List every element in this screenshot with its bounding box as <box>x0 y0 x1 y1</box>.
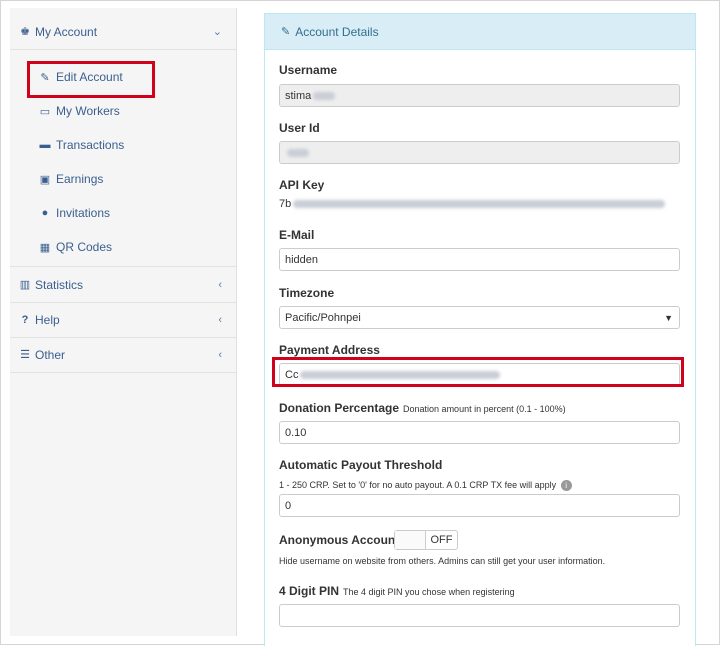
payout-field[interactable]: 0 <box>279 494 680 517</box>
username-label: Username <box>279 63 338 77</box>
chevron-down-icon: ⌄ <box>212 26 222 38</box>
panel-title: Account Details <box>295 24 379 39</box>
sidebar-item-label: Transactions <box>56 138 125 152</box>
userid-field <box>279 141 680 164</box>
question-icon: ? <box>21 313 29 326</box>
userid-label: User Id <box>279 121 320 135</box>
sidebar-item-label: Earnings <box>56 172 104 186</box>
chevron-left-icon: ‹ <box>218 313 222 326</box>
redacted-text <box>293 200 666 208</box>
username-value: stima <box>285 89 312 102</box>
payment-address-highlight <box>272 357 684 387</box>
donation-label-text: Donation Percentage <box>279 401 400 415</box>
nav-my-account[interactable]: ♚ My Account ⌄ <box>10 14 236 50</box>
timezone-value: Pacific/Pohnpei <box>285 311 361 324</box>
account-details-panel: ✎ Account Details <box>264 13 696 646</box>
nav-help[interactable]: ? Help ‹ <box>10 302 236 338</box>
bar-chart-icon: ▥ <box>19 279 31 291</box>
anonymous-label: Anonymous Account <box>279 533 400 547</box>
list-icon: ☰ <box>20 349 30 361</box>
users-icon: ● <box>41 207 49 219</box>
pin-field[interactable] <box>279 604 680 627</box>
sidebar-item-transactions[interactable]: ▬ Transactions <box>10 133 236 157</box>
sidebar: ♚ My Account ⌄ ✎ Edit Account ▭ My Worke… <box>10 8 237 636</box>
sidebar-item-invitations[interactable]: ● Invitations <box>10 201 236 225</box>
sidebar-item-qr-codes[interactable]: ▦ QR Codes <box>10 235 236 259</box>
nav-help-label: Help <box>35 312 60 327</box>
info-icon[interactable]: i <box>560 480 572 492</box>
nav-statistics-label: Statistics <box>35 277 84 292</box>
pin-label-text: 4 Digit PIN <box>279 584 340 598</box>
donation-label: Donation Percentage Donation amount in pe… <box>279 401 566 415</box>
anonymous-hint: Hide username on website from others. Ad… <box>279 556 606 566</box>
sidebar-item-earnings[interactable]: ▣ Earnings <box>10 167 236 191</box>
nav-other[interactable]: ☰ Other ‹ <box>10 337 236 373</box>
sidebar-item-label: QR Codes <box>56 240 113 254</box>
pin-hint: The 4 digit PIN you chose when registeri… <box>343 587 515 597</box>
monitor-icon: ▭ <box>39 105 51 118</box>
apikey-value-row: 7b <box>279 198 666 210</box>
sidebar-item-label: My Workers <box>56 104 120 118</box>
payout-label: Automatic Payout Threshold <box>279 458 443 472</box>
chevron-left-icon: ‹ <box>218 348 222 361</box>
toggle-state: OFF <box>430 534 453 546</box>
email-value: hidden <box>285 253 319 266</box>
nav-other-label: Other <box>35 347 66 362</box>
nav-my-account-label: My Account <box>35 24 98 39</box>
chevron-left-icon: ‹ <box>218 278 222 291</box>
panel-header: ✎ Account Details <box>265 14 695 50</box>
payout-hint-row: 1 - 250 CRP. Set to '0' for no auto payo… <box>279 480 572 492</box>
payout-value: 0 <box>285 499 292 512</box>
apikey-label: API Key <box>279 178 325 192</box>
redacted-text <box>313 91 336 100</box>
credit-card-icon: ▬ <box>39 139 51 151</box>
username-field: stima <box>279 84 680 107</box>
money-icon: ▣ <box>39 173 51 186</box>
edit-icon: ✎ <box>281 26 291 38</box>
nav-statistics[interactable]: ▥ Statistics ‹ <box>10 266 236 303</box>
qrcode-icon: ▦ <box>39 241 51 254</box>
email-field[interactable]: hidden <box>279 248 680 271</box>
sidebar-item-label: Invitations <box>56 206 111 220</box>
user-tie-icon: ♚ <box>20 26 30 38</box>
caret-down-icon: ▼ <box>664 312 673 323</box>
payout-hint: 1 - 250 CRP. Set to '0' for no auto payo… <box>279 480 557 490</box>
payment-address-label: Payment Address <box>279 343 380 357</box>
redacted-text <box>287 148 309 157</box>
apikey-value: 7b <box>279 198 292 210</box>
email-label: E-Mail <box>279 228 315 242</box>
anonymous-toggle[interactable]: OFF <box>394 530 458 550</box>
donation-hint: Donation amount in percent (0.1 - 100%) <box>403 404 566 414</box>
donation-field[interactable]: 0.10 <box>279 421 680 444</box>
edit-account-highlight <box>27 61 155 98</box>
toggle-knob <box>395 531 426 549</box>
donation-value: 0.10 <box>285 426 307 439</box>
pin-label: 4 Digit PIN The 4 digit PIN you chose whe… <box>279 584 515 598</box>
timezone-select[interactable]: Pacific/Pohnpei ▼ <box>279 306 680 329</box>
sidebar-item-my-workers[interactable]: ▭ My Workers <box>10 99 236 123</box>
timezone-label: Timezone <box>279 286 335 300</box>
